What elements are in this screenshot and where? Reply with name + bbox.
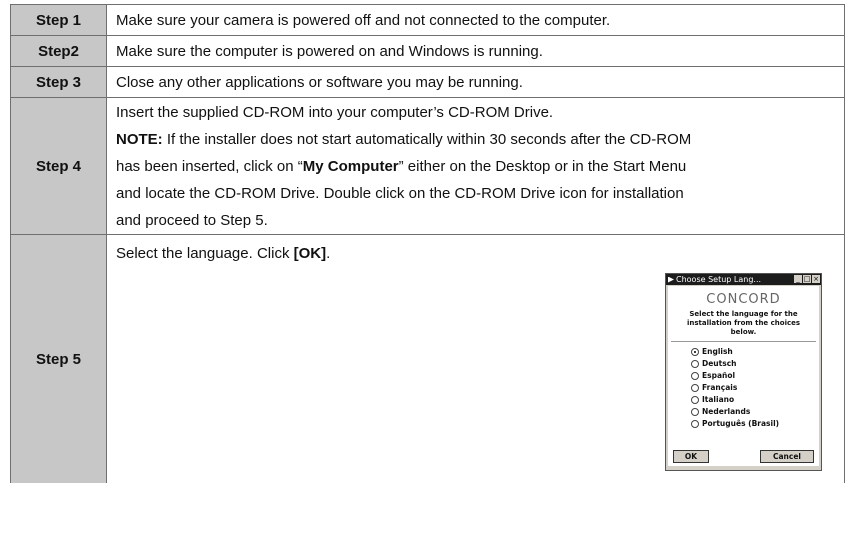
step-text: Make sure your camera is powered off and… [106,4,845,36]
step-row: Step2 Make sure the computer is powered … [10,35,845,67]
setup-app-icon [668,276,674,283]
step-row: Step 5 Select the language. Click [OK]. … [10,234,845,483]
note-text: If the installer does not start automati… [162,130,692,148]
dialog-title: Choose Setup Lang... [676,275,762,284]
language-dialog: Choose Setup Lang... _ □ × CONCORD Selec… [665,273,822,471]
minimize-icon[interactable]: _ [794,275,802,283]
dialog-body: CONCORD Select the language for the inst… [668,286,819,466]
divider [671,341,816,342]
radio-icon[interactable] [691,420,699,428]
radio-icon[interactable] [691,408,699,416]
radio-icon[interactable] [691,372,699,380]
language-option[interactable]: English [691,346,819,358]
brand-logo: CONCORD [706,292,781,307]
dialog-prompt: Select the language for the installation… [686,310,801,336]
step-text: Close any other applications or software… [106,66,845,98]
language-option[interactable]: Français [691,382,819,394]
step-label: Step 4 [10,97,107,235]
step-row: Step 1 Make sure your camera is powered … [10,4,845,36]
step4-line-1: Insert the supplied CD-ROM into your com… [116,103,554,121]
step-text: Select the language. Click [OK]. Choose … [106,234,845,483]
step5-text-a: Select the language. Click [116,245,294,262]
step4-line-3: has been inserted, click on “My Computer… [116,153,838,180]
step4-line-3a: has been inserted, click on “ [116,157,303,175]
dialog-buttons: OK Cancel [673,450,814,463]
step5-text-c: . [326,245,331,262]
language-option[interactable]: Nederlands [691,406,819,418]
dialog-titlebar: Choose Setup Lang... _ □ × [666,274,821,285]
step-label: Step 1 [10,4,107,36]
step4-line-4: and locate the CD-ROM Drive. Double clic… [116,184,684,202]
language-option[interactable]: Español [691,370,819,382]
window-controls: _ □ × [794,275,820,283]
step-label: Step 5 [10,234,107,483]
language-option[interactable]: Deutsch [691,358,819,370]
close-icon[interactable]: × [812,275,820,283]
step-label: Step 3 [10,66,107,98]
language-options: English Deutsch Español Français Italian… [668,346,819,430]
ok-term: [OK] [293,245,327,262]
step-text: Make sure the computer is powered on and… [106,35,845,67]
step-row: Step 4 Insert the supplied CD-ROM into y… [10,97,845,235]
language-option[interactable]: Italiano [691,394,819,406]
step-text: Insert the supplied CD-ROM into your com… [106,97,845,235]
step4-line-5: and proceed to Step 5. [116,211,268,229]
step-row: Step 3 Close any other applications or s… [10,66,845,98]
radio-icon[interactable] [691,384,699,392]
cancel-button[interactable]: Cancel [760,450,814,463]
note-label: NOTE: [116,130,163,148]
radio-icon[interactable] [691,396,699,404]
my-computer-term: My Computer [302,157,399,175]
step-label: Step2 [10,35,107,67]
radio-icon[interactable] [691,360,699,368]
step4-line-3c: ” either on the Desktop or in the Start … [398,157,687,175]
step5-instruction: Select the language. Click [OK]. [116,245,330,262]
step4-note: NOTE: If the installer does not start au… [116,126,838,153]
ok-button[interactable]: OK [673,450,709,463]
steps-table: Step 1 Make sure your camera is powered … [10,4,845,483]
language-option[interactable]: Português (Brasil) [691,418,819,430]
maximize-icon[interactable]: □ [803,275,811,283]
radio-selected-icon[interactable] [691,348,699,356]
